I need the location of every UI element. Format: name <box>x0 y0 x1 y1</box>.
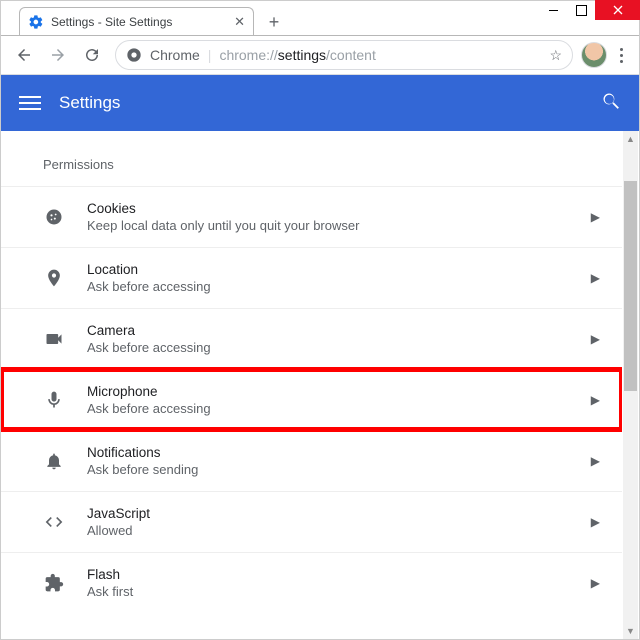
row-title: Cookies <box>87 201 359 216</box>
window-close-button[interactable] <box>595 0 640 20</box>
row-subtitle: Ask before accessing <box>87 340 211 355</box>
browser-toolbar: Chrome | chrome://settings/content ☆ <box>1 35 639 75</box>
row-title: Flash <box>87 567 133 582</box>
row-subtitle: Ask before accessing <box>87 279 211 294</box>
settings-content: Permissions Cookies Keep local data only… <box>1 131 622 639</box>
chevron-right-icon: ▶ <box>591 576 600 590</box>
permission-row-microphone[interactable]: Microphone Ask before accessing ▶ <box>1 369 622 430</box>
omnibox-separator: | <box>208 47 212 63</box>
microphone-icon <box>43 389 65 411</box>
bookmark-star-icon[interactable]: ☆ <box>549 47 562 64</box>
new-tab-button[interactable]: + <box>260 9 288 35</box>
chevron-right-icon: ▶ <box>591 393 600 407</box>
row-title: JavaScript <box>87 506 150 521</box>
omnibox-scheme-label: Chrome <box>150 47 200 63</box>
code-icon <box>43 511 65 533</box>
permission-row-notifications[interactable]: Notifications Ask before sending ▶ <box>1 430 622 491</box>
scrollbar-thumb[interactable] <box>624 181 637 391</box>
tab-title: Settings - Site Settings <box>51 15 172 29</box>
menu-icon[interactable] <box>19 96 41 110</box>
location-icon <box>43 267 65 289</box>
row-title: Microphone <box>87 384 211 399</box>
address-bar[interactable]: Chrome | chrome://settings/content ☆ <box>115 40 573 70</box>
page-title: Settings <box>59 93 120 113</box>
row-subtitle: Ask before sending <box>87 462 198 477</box>
bell-icon <box>43 450 65 472</box>
extension-icon <box>43 572 65 594</box>
browser-menu-button[interactable] <box>611 48 631 63</box>
scrollbar-up-arrow-icon[interactable]: ▲ <box>623 131 638 147</box>
search-icon[interactable] <box>601 91 621 116</box>
row-title: Location <box>87 262 211 277</box>
omnibox-url-prefix: chrome:// <box>219 47 277 63</box>
camera-icon <box>43 328 65 350</box>
section-label: Permissions <box>1 131 622 186</box>
row-subtitle: Allowed <box>87 523 150 538</box>
permission-row-cookies[interactable]: Cookies Keep local data only until you q… <box>1 186 622 247</box>
window-maximize-button[interactable] <box>567 0 595 20</box>
permission-row-javascript[interactable]: JavaScript Allowed ▶ <box>1 491 622 552</box>
gear-icon <box>28 14 44 30</box>
chevron-right-icon: ▶ <box>591 210 600 224</box>
row-title: Camera <box>87 323 211 338</box>
chevron-right-icon: ▶ <box>591 454 600 468</box>
settings-header: Settings <box>1 75 639 131</box>
omnibox-url-strong: settings <box>278 47 326 63</box>
chevron-right-icon: ▶ <box>591 271 600 285</box>
tab-close-icon[interactable]: ✕ <box>234 14 245 30</box>
profile-avatar[interactable] <box>581 42 607 68</box>
window-controls <box>539 0 640 20</box>
permission-row-flash[interactable]: Flash Ask first ▶ <box>1 552 622 613</box>
scrollbar-down-arrow-icon[interactable]: ▼ <box>623 623 638 639</box>
back-button[interactable] <box>9 40 39 70</box>
browser-tab[interactable]: Settings - Site Settings ✕ <box>19 7 254 35</box>
omnibox-url: chrome://settings/content <box>219 47 375 63</box>
row-title: Notifications <box>87 445 198 460</box>
window-minimize-button[interactable] <box>539 0 567 20</box>
reload-button[interactable] <box>77 40 107 70</box>
content-viewport: Permissions Cookies Keep local data only… <box>1 131 639 639</box>
row-subtitle: Ask before accessing <box>87 401 211 416</box>
forward-button[interactable] <box>43 40 73 70</box>
row-subtitle: Ask first <box>87 584 133 599</box>
vertical-scrollbar[interactable]: ▲ ▼ <box>623 131 638 639</box>
chrome-icon <box>126 47 142 63</box>
row-subtitle: Keep local data only until you quit your… <box>87 218 359 233</box>
permission-row-camera[interactable]: Camera Ask before accessing ▶ <box>1 308 622 369</box>
omnibox-url-suffix: /content <box>326 47 376 63</box>
permission-row-location[interactable]: Location Ask before accessing ▶ <box>1 247 622 308</box>
chevron-right-icon: ▶ <box>591 332 600 346</box>
cookie-icon <box>43 206 65 228</box>
chevron-right-icon: ▶ <box>591 515 600 529</box>
